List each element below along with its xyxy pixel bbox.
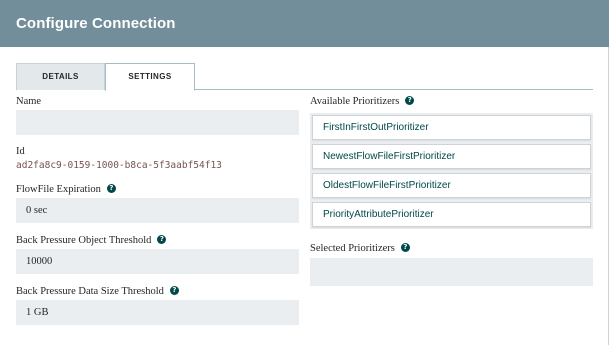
dialog-title: Configure Connection — [16, 15, 176, 32]
prioritizer-item-priority-attribute[interactable]: PriorityAttributePrioritizer — [312, 202, 591, 227]
back-pressure-object-threshold-label: Back Pressure Object Threshold? — [16, 235, 167, 246]
prioritizer-item-newest-flowfile-first[interactable]: NewestFlowFileFirstPrioritizer — [312, 144, 591, 169]
question-circle-icon[interactable]: ? — [157, 235, 167, 245]
question-circle-icon[interactable]: ? — [405, 96, 415, 106]
prioritizer-item-first-in-first-out[interactable]: FirstInFirstOutPrioritizer — [312, 115, 591, 140]
selected-prioritizers-dropzone[interactable] — [310, 258, 593, 286]
back-pressure-data-size-threshold-field[interactable]: 1 GB — [16, 300, 299, 325]
name-field[interactable] — [16, 110, 299, 135]
flowfile-expiration-label: FlowFile Expiration? — [16, 184, 116, 195]
tab-bar: DETAILS SETTINGS — [16, 63, 593, 91]
selected-prioritizers-label: Selected Prioritizers? — [310, 243, 410, 254]
question-circle-icon[interactable]: ? — [106, 184, 116, 194]
dialog-header: Configure Connection — [0, 0, 609, 47]
id-label: Id — [16, 146, 25, 157]
back-pressure-data-size-threshold-label: Back Pressure Data Size Threshold? — [16, 286, 179, 297]
flowfile-expiration-field[interactable]: 0 sec — [16, 198, 299, 223]
id-value: ad2fa8c9-0159-1000-b8ca-5f3aabf54f13 — [16, 160, 222, 171]
question-circle-icon[interactable]: ? — [169, 286, 179, 296]
name-label: Name — [16, 96, 42, 107]
back-pressure-object-threshold-value: 10000 — [26, 256, 53, 267]
flowfile-expiration-value: 0 sec — [26, 205, 48, 216]
configure-connection-dialog: Configure Connection DETAILS SETTINGS Na… — [0, 0, 609, 345]
available-prioritizers-label: Available Prioritizers? — [310, 96, 415, 107]
question-circle-icon[interactable]: ? — [400, 243, 410, 253]
tab-details[interactable]: DETAILS — [16, 63, 105, 90]
tab-settings[interactable]: SETTINGS — [105, 63, 195, 91]
available-prioritizers-list: FirstInFirstOutPrioritizer NewestFlowFil… — [310, 113, 593, 229]
back-pressure-data-size-threshold-value: 1 GB — [26, 307, 49, 318]
prioritizer-item-oldest-flowfile-first[interactable]: OldestFlowFileFirstPrioritizer — [312, 173, 591, 198]
back-pressure-object-threshold-field[interactable]: 10000 — [16, 249, 299, 274]
